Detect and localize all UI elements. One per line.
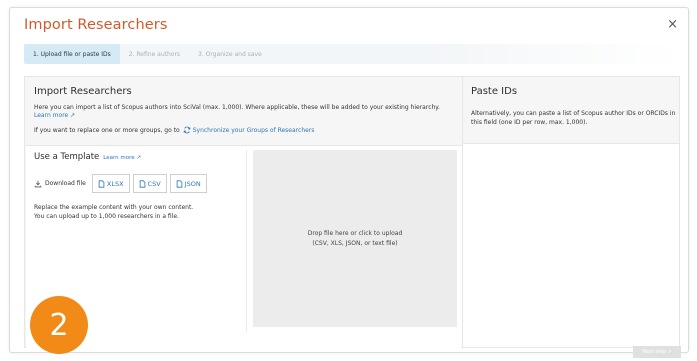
- file-dropzone[interactable]: Drop file here or click to upload (CSV, …: [253, 150, 457, 327]
- import-body: Use a Template Learn more ↗ Download fil…: [26, 145, 465, 348]
- next-step-button[interactable]: Next step >: [633, 346, 681, 358]
- close-icon[interactable]: ×: [667, 18, 678, 31]
- download-csv-button[interactable]: CSV: [132, 174, 167, 193]
- sync-icon: [183, 126, 191, 134]
- template-heading: Use a Template Learn more ↗: [34, 152, 141, 162]
- template-line-1: Replace the example content with your ow…: [34, 204, 194, 211]
- import-panel: Import Researchers Here you can import a…: [24, 76, 465, 348]
- sync-row: If you want to replace one or more group…: [34, 126, 314, 134]
- dialog-title: Import Researchers: [24, 17, 168, 33]
- callout-number-badge: 2: [30, 296, 88, 354]
- import-panel-title: Import Researchers: [34, 86, 132, 97]
- paste-ids-title: Paste IDs: [471, 86, 518, 97]
- sync-prefix: If you want to replace one or more group…: [34, 126, 180, 134]
- format-json: JSON: [184, 179, 201, 188]
- import-researchers-dialog: Import Researchers × 1. Upload file or p…: [9, 7, 689, 353]
- paste-ids-description: Alternatively, you can paste a list of S…: [471, 110, 676, 126]
- file-icon: [176, 179, 182, 188]
- file-icon: [98, 179, 105, 188]
- template-learn-more-link[interactable]: Learn more ↗: [103, 155, 141, 161]
- steps-track: [270, 44, 680, 64]
- download-icon: [34, 180, 42, 187]
- wizard-steps: 1. Upload file or paste IDs 2. Refine au…: [24, 44, 680, 64]
- download-label: Download file: [34, 180, 86, 188]
- download-json-button[interactable]: JSON: [169, 174, 207, 193]
- template-instructions: Replace the example content with your ow…: [34, 203, 239, 221]
- paste-ids-textarea[interactable]: [463, 145, 679, 347]
- dropzone-line-2: (CSV, XLS, JSON, or text file): [312, 239, 398, 247]
- template-title: Use a Template: [34, 152, 100, 162]
- dropzone-line-1: Drop file here or click to upload: [307, 229, 403, 237]
- download-xlsx-button[interactable]: XLSX: [91, 174, 130, 193]
- step-upload[interactable]: 1. Upload file or paste IDs: [24, 44, 120, 64]
- format-xlsx: XLSX: [106, 179, 124, 188]
- import-panel-description: Here you can import a list of Scopus aut…: [34, 104, 440, 111]
- download-text: Download file: [45, 180, 86, 187]
- step-organize-save[interactable]: 3. Organize and save: [189, 44, 271, 64]
- import-learn-more-link[interactable]: Learn more ↗: [34, 112, 75, 119]
- sync-groups-link[interactable]: Synchronize your Groups of Researchers: [193, 127, 315, 134]
- file-icon: [139, 179, 145, 188]
- paste-ids-header: Paste IDs Alternatively, you can paste a…: [463, 77, 679, 144]
- step-refine-authors[interactable]: 2. Refine authors: [119, 44, 190, 64]
- format-csv: CSV: [147, 179, 161, 188]
- download-row: Download file XLSX CSV JSON: [34, 174, 210, 193]
- template-line-2: You can upload up to 1,000 researchers i…: [34, 213, 179, 220]
- paste-ids-panel: Paste IDs Alternatively, you can paste a…: [462, 76, 680, 348]
